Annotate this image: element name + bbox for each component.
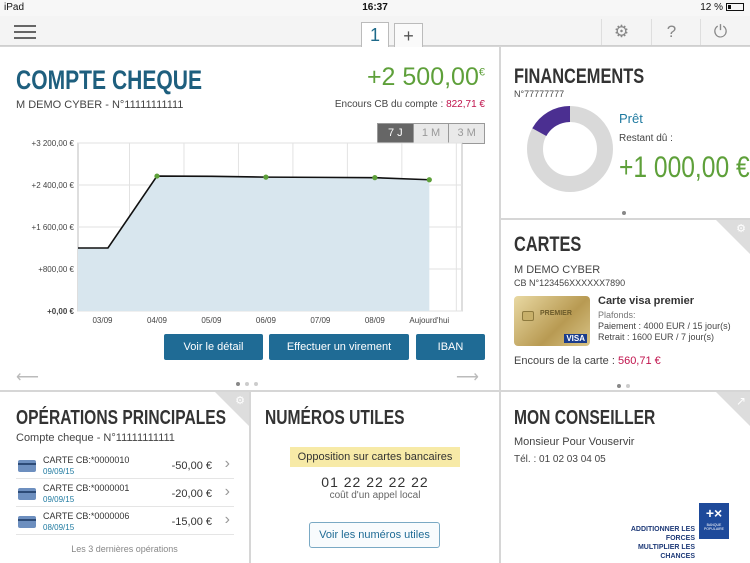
plafonds-label: Plafonds: xyxy=(598,310,636,320)
arrow-expand-icon[interactable]: ↗ xyxy=(736,394,746,408)
card-image: PREMIER VISA xyxy=(514,296,590,346)
gear-icon[interactable]: ⚙ xyxy=(736,222,746,235)
financements-title: FINANCEMENTS xyxy=(514,65,645,88)
donut-part xyxy=(532,106,571,137)
arrow-right-icon[interactable]: ⟶ xyxy=(456,367,479,387)
loan-donut xyxy=(527,106,613,192)
operation-row[interactable]: CARTE CB:*0000001 09/09/15 -20,00 € › xyxy=(16,480,234,507)
data-point xyxy=(372,175,378,181)
opposition-label: Opposition sur cartes bancaires xyxy=(290,447,460,467)
status-bar: iPad 16:37 12 % xyxy=(0,0,750,16)
conseiller-title: MON CONSEILLER xyxy=(514,407,656,429)
battery-status: 12 % xyxy=(700,2,744,13)
numeros-title: NUMÉROS UTILES xyxy=(265,407,405,429)
balance-chart: +3 200,00 € +2 400,00 € +1 600,00 € +800,00… xyxy=(32,139,463,325)
compte-panel[interactable]: COMPTE CHEQUE M DEMO CYBER - N°111111111… xyxy=(0,47,499,390)
operation-label: CARTE CB:*0000006 xyxy=(43,511,130,521)
x-tick-label: Aujourd'hui xyxy=(409,316,449,325)
operation-date: 08/09/15 xyxy=(43,523,75,532)
tab-add[interactable]: + xyxy=(394,23,423,47)
account-balance: +2 500,00€ xyxy=(366,63,485,91)
battery-icon xyxy=(726,3,744,12)
toolbar: 1 + ⚙ ? ⏻ xyxy=(0,16,750,48)
y-tick-label: +2 400,00 € xyxy=(32,181,75,190)
gear-icon[interactable]: ⚙ xyxy=(601,19,641,45)
y-tick-label: +3 200,00 € xyxy=(32,139,75,148)
tab-1[interactable]: 1 xyxy=(361,22,389,48)
data-point xyxy=(154,173,160,179)
chevron-right-icon[interactable]: › xyxy=(225,511,230,529)
x-tick-label: 03/09 xyxy=(92,316,113,325)
cb-encours: Encours CB du compte : 822,71 € xyxy=(334,99,485,110)
account-holder: M DEMO CYBER - N°11111111111 xyxy=(16,99,184,111)
operation-amount: -20,00 € xyxy=(171,488,212,500)
y-tick-label: +0,00 € xyxy=(47,307,74,316)
arrow-left-icon[interactable]: ⟵ xyxy=(16,367,39,387)
remaining-value: +1 000,00 € xyxy=(619,151,750,184)
slogan: ADDITIONNER LES FORCES MULTIPLIER LES CHA… xyxy=(630,526,695,560)
logo-icon: +× BANQUE POPULAIRE xyxy=(699,503,729,539)
chevron-right-icon[interactable]: › xyxy=(225,455,230,473)
y-tick-label: +800,00 € xyxy=(38,265,74,274)
operation-label: CARTE CB:*0000010 xyxy=(43,455,130,465)
card-name: Carte visa premier xyxy=(598,295,694,307)
loan-type: Prêt xyxy=(619,111,643,126)
x-tick-label: 04/09 xyxy=(147,316,168,325)
operations-account: Compte cheque - N°11111111111 xyxy=(16,432,175,444)
card-number: CB N°123456XXXXXX7890 xyxy=(514,278,626,288)
card-icon xyxy=(18,488,36,500)
y-tick-label: +1 600,00 € xyxy=(32,223,75,232)
help-icon[interactable]: ? xyxy=(651,19,691,45)
visa-logo: VISA xyxy=(564,334,587,343)
card-holder: M DEMO CYBER xyxy=(514,264,601,276)
power-icon[interactable]: ⏻ xyxy=(700,19,740,45)
conseiller-panel[interactable]: ↗ MON CONSEILLER Monsieur Pour Vouservir… xyxy=(501,392,750,563)
operation-label: CARTE CB:*0000001 xyxy=(43,483,130,493)
fin-pager xyxy=(622,202,631,220)
operation-row[interactable]: CARTE CB:*0000010 09/09/15 -50,00 € › xyxy=(16,452,234,479)
card-pager xyxy=(617,375,635,393)
operation-amount: -50,00 € xyxy=(171,460,212,472)
iban-button[interactable]: IBAN xyxy=(416,334,485,360)
operations-panel[interactable]: ⚙ OPÉRATIONS PRINCIPALES Compte cheque -… xyxy=(0,392,249,563)
x-tick-label: 05/09 xyxy=(201,316,222,325)
financements-panel[interactable]: FINANCEMENTS N°77777777 Prêt Restant dû … xyxy=(501,47,750,218)
view-detail-button[interactable]: Voir le détail xyxy=(164,334,263,360)
plafond-paiement: Paiement : 4000 EUR / 15 jour(s) xyxy=(598,321,731,331)
operation-date: 09/09/15 xyxy=(43,467,75,476)
account-title: COMPTE CHEQUE xyxy=(16,65,203,95)
menu-icon[interactable] xyxy=(14,25,36,39)
call-cost: coût d'un appel local xyxy=(329,490,421,501)
cartes-panel[interactable]: ⚙ CARTES M DEMO CYBER CB N°123456XXXXXX7… xyxy=(501,220,750,390)
chip-icon xyxy=(522,311,534,321)
chevron-right-icon[interactable]: › xyxy=(225,483,230,501)
card-label: PREMIER xyxy=(540,310,572,317)
card-encours: Encours de la carte : 560,71 € xyxy=(514,355,661,367)
operation-row[interactable]: CARTE CB:*0000006 08/09/15 -15,00 € › xyxy=(16,508,234,535)
advisor-name: Monsieur Pour Vouservir xyxy=(514,436,635,448)
cartes-title: CARTES xyxy=(514,233,582,256)
plafond-retrait: Retrait : 1600 EUR / 7 jour(s) xyxy=(598,332,715,342)
opposition-phone[interactable]: 01 22 22 22 22 xyxy=(251,474,499,490)
view-numbers-button[interactable]: Voir les numéros utiles xyxy=(309,522,440,548)
x-tick-label: 07/09 xyxy=(310,316,331,325)
operations-footer: Les 3 dernières opérations xyxy=(71,544,178,554)
card-icon xyxy=(18,516,36,528)
remaining-label: Restant dû : xyxy=(619,133,673,144)
data-point xyxy=(263,174,269,180)
numeros-panel[interactable]: NUMÉROS UTILES Opposition sur cartes ban… xyxy=(251,392,499,563)
transfer-button[interactable]: Effectuer un virement xyxy=(269,334,409,360)
clock: 16:37 xyxy=(362,2,388,13)
operations-title: OPÉRATIONS PRINCIPALES xyxy=(16,407,227,429)
card-icon xyxy=(18,460,36,472)
pager xyxy=(236,373,263,391)
data-point xyxy=(426,177,432,183)
advisor-phone[interactable]: Tél. : 01 02 03 04 05 xyxy=(514,454,606,465)
x-tick-label: 08/09 xyxy=(365,316,386,325)
loan-number: N°77777777 xyxy=(514,89,565,99)
x-tick-label: 06/09 xyxy=(256,316,277,325)
operation-date: 09/09/15 xyxy=(43,495,75,504)
gear-icon[interactable]: ⚙ xyxy=(235,394,245,407)
operation-amount: -15,00 € xyxy=(171,516,212,528)
